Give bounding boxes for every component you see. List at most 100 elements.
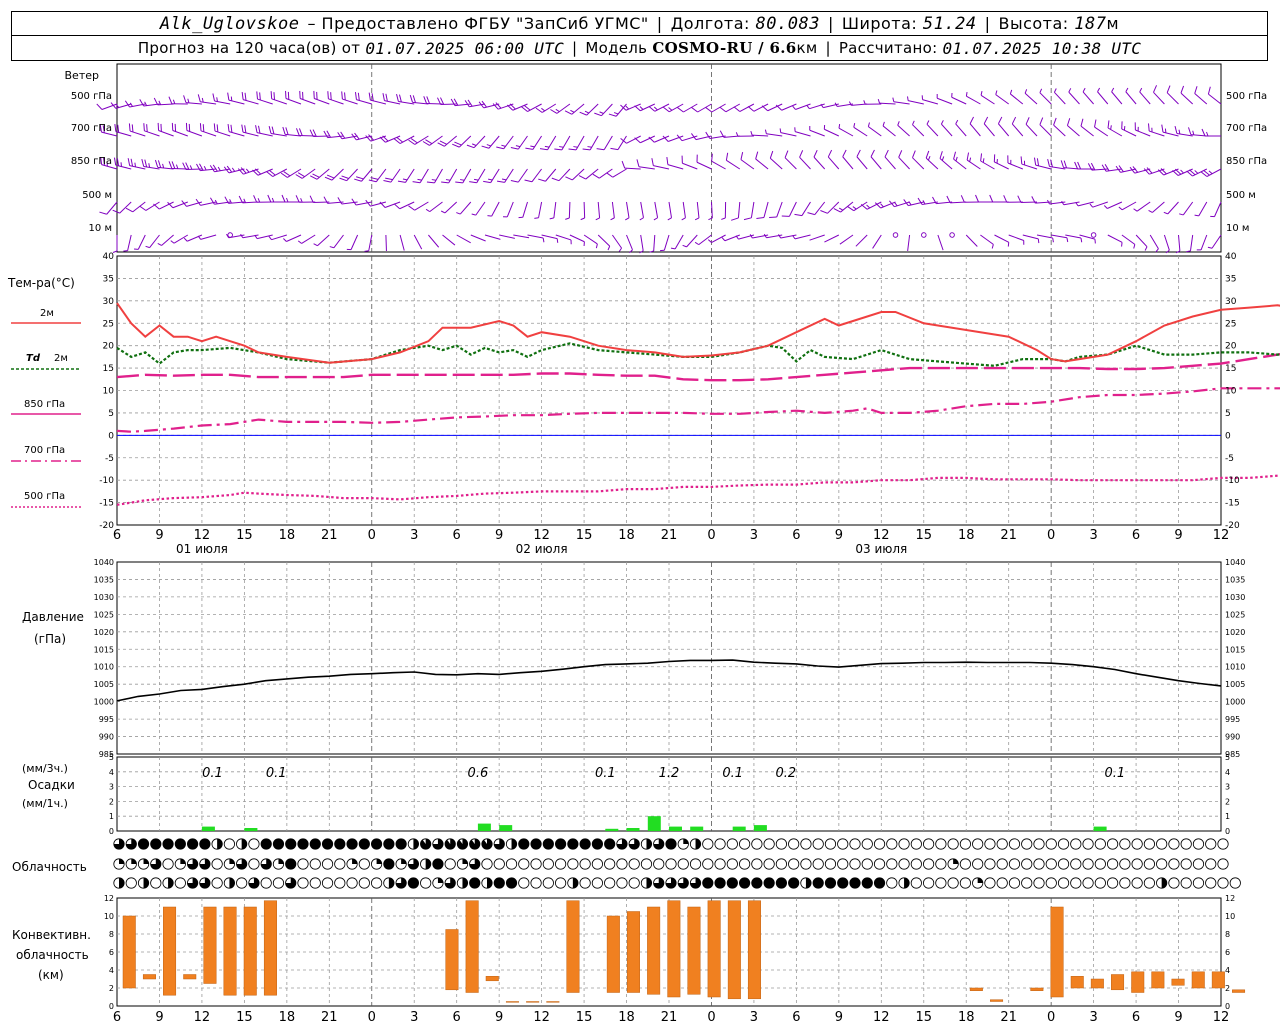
xtick-conv: 9	[495, 1010, 503, 1024]
wind-feather	[1007, 155, 1009, 164]
wind-staff	[737, 201, 741, 218]
wind-barb	[295, 168, 316, 179]
wind-feather-half	[653, 106, 658, 111]
cloud-circle	[886, 858, 898, 870]
wind-barb	[813, 149, 826, 170]
cloud-circle	[873, 838, 886, 850]
wind-barb	[549, 201, 557, 220]
xtick-conv: 0	[368, 1010, 376, 1024]
xtick-conv: 6	[113, 1010, 121, 1024]
cloud-symbol	[481, 858, 493, 870]
cloud-circle	[947, 877, 959, 889]
wind-staff	[428, 234, 440, 248]
ytick-right-press: 1005	[1225, 680, 1245, 689]
wind-staff	[1206, 168, 1222, 177]
wind-staff	[597, 201, 601, 218]
wind-barb	[535, 103, 557, 113]
cloud-symbol	[1057, 838, 1070, 850]
precip-label: 0.6	[468, 766, 489, 781]
cloud-symbol	[591, 858, 604, 870]
cloud-fill	[229, 877, 235, 889]
cloud-symbol	[1205, 858, 1217, 870]
cloud-symbol	[1070, 877, 1082, 889]
wind-barb	[527, 234, 545, 243]
wind-barb	[1082, 87, 1094, 105]
cloud-fill	[310, 838, 321, 850]
cloud-symbol	[702, 838, 714, 850]
wind-barb	[740, 152, 755, 170]
wind-level-3-right: 850 гПа	[1226, 156, 1267, 167]
wind-barb	[1180, 85, 1194, 105]
wind-staff	[1180, 92, 1194, 105]
wind-staff	[385, 234, 387, 252]
cloud-symbol	[849, 858, 861, 870]
wind-staff	[626, 234, 633, 251]
xtick-conv: 18	[618, 1010, 635, 1024]
wind-barb	[396, 93, 415, 105]
cloud-circle	[972, 858, 984, 870]
wind-staff	[1149, 234, 1159, 249]
wind-barb	[824, 234, 840, 243]
wind-staff	[966, 95, 981, 105]
wind-barb	[582, 135, 599, 151]
wind-staff	[1135, 234, 1148, 248]
cloud-circle	[1057, 877, 1070, 889]
wind-barb	[283, 234, 302, 242]
legend-850: 850 гПа	[24, 399, 65, 410]
wind-barb	[608, 103, 627, 117]
wind-feather-half	[823, 124, 826, 130]
wind-level-5-right: 10 м	[1226, 223, 1249, 234]
wind-barb	[1097, 87, 1109, 105]
wind-feather	[183, 95, 187, 103]
wind-barb	[769, 150, 783, 170]
cloud-circle	[309, 858, 321, 870]
wind-staff	[838, 127, 854, 137]
xtick-conv: 9	[1174, 1010, 1182, 1024]
wind-feather	[280, 172, 288, 178]
cloud-circle	[162, 858, 174, 870]
conv-bar	[1030, 987, 1044, 991]
wind-staff	[668, 201, 672, 218]
wind-staff	[115, 164, 132, 170]
cloud-circle	[1192, 858, 1205, 870]
xtick-conv: 21	[661, 1010, 678, 1024]
wind-staff	[926, 123, 939, 137]
wind-feather-half	[670, 247, 676, 250]
wind-feather-half	[639, 217, 644, 221]
ytick-right-press: 1000	[1225, 698, 1245, 707]
wind-feather	[1147, 123, 1150, 132]
wind-feather	[282, 126, 286, 135]
wind-staff	[317, 234, 330, 247]
wind-title: Ветер	[65, 69, 99, 82]
wind-barb	[393, 135, 415, 144]
wind-feather	[1077, 161, 1082, 170]
cloud-circle	[800, 858, 812, 870]
cloud-circle	[984, 877, 996, 889]
cloud-fill	[175, 838, 186, 850]
precip-bar	[753, 825, 767, 831]
cloud-symbol	[788, 877, 800, 889]
cloud-circle	[1107, 877, 1119, 889]
precip-bar	[201, 826, 215, 831]
cloud-symbol	[370, 838, 383, 850]
cloud-circle	[1168, 877, 1180, 889]
wind-feather-half	[1080, 237, 1083, 243]
wind-staff	[475, 201, 486, 216]
wind-barb	[510, 168, 528, 183]
cloud-symbol	[309, 838, 321, 850]
wind-staff	[583, 201, 586, 219]
cloud-circle	[1082, 838, 1094, 850]
cloud-symbol	[174, 838, 186, 850]
wind-staff	[214, 100, 231, 105]
wind-barb	[496, 168, 514, 183]
wind-feather	[997, 116, 1003, 124]
cloud-circle	[1180, 858, 1192, 870]
wind-barb	[1121, 121, 1137, 137]
wind-barb	[1194, 201, 1208, 217]
wind-staff	[953, 158, 967, 170]
cloud-fill	[695, 838, 701, 850]
cloud-circle	[628, 877, 640, 889]
ytick-left-temp: 5	[108, 409, 114, 419]
wind-staff	[966, 159, 981, 170]
wind-staff	[558, 168, 571, 182]
